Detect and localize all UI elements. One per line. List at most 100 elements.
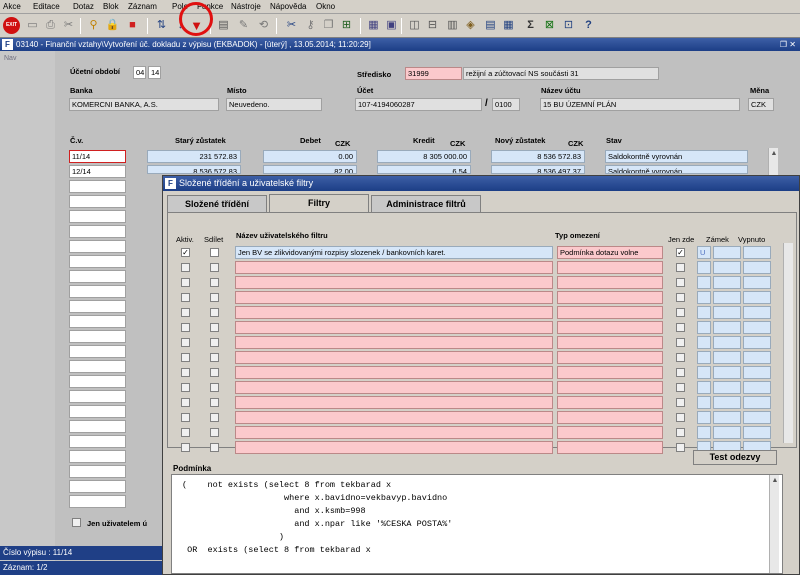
calculator-icon[interactable]: ▣ <box>383 17 400 34</box>
table-row-novy[interactable]: 8 536 497.37 <box>491 165 585 174</box>
aktiv-checkbox[interactable] <box>181 383 190 392</box>
filter-name-field[interactable] <box>235 336 553 349</box>
tab-slozene-trideni[interactable]: Složené třídění <box>167 195 267 212</box>
filter-name-field[interactable] <box>235 396 553 409</box>
filter-type-field[interactable]: Podmínka dotazu volne <box>557 246 663 259</box>
sdilet-checkbox[interactable] <box>210 443 219 452</box>
sdilet-checkbox[interactable] <box>210 368 219 377</box>
table-row-cv[interactable] <box>69 180 126 193</box>
table-row-cv[interactable] <box>69 210 126 223</box>
filter-type-field[interactable] <box>557 441 663 454</box>
save-icon[interactable]: ▭ <box>24 17 41 34</box>
podminka-textarea[interactable]: ( not exists (select 8 from tekbarad x w… <box>171 474 783 574</box>
package-icon[interactable]: ◫ <box>406 17 423 34</box>
table-row-cv[interactable] <box>69 345 126 358</box>
network-icon[interactable]: ⊞ <box>338 17 355 34</box>
vypnuto-field[interactable] <box>743 306 771 319</box>
menu-napoveda[interactable]: Nápověda <box>270 2 306 11</box>
zamek-field[interactable] <box>697 426 711 439</box>
filter-type-field[interactable] <box>557 411 663 424</box>
aktiv-checkbox[interactable] <box>181 338 190 347</box>
zamek-field[interactable]: U <box>697 246 711 259</box>
filter-name-field[interactable] <box>235 261 553 274</box>
table-row-cv[interactable] <box>69 240 126 253</box>
vypnuto-field[interactable] <box>743 351 771 364</box>
tab-filtry[interactable]: Filtry <box>269 194 369 213</box>
table-row-debet[interactable]: 82.00 <box>263 165 357 174</box>
sdilet-checkbox[interactable] <box>210 338 219 347</box>
sdilet-checkbox[interactable] <box>210 413 219 422</box>
table-row-cv[interactable] <box>69 420 126 433</box>
table-row-cv[interactable] <box>69 465 126 478</box>
zamek-field[interactable] <box>713 321 741 334</box>
zamek-field[interactable] <box>697 336 711 349</box>
filter-name-field[interactable] <box>235 276 553 289</box>
aktiv-checkbox[interactable] <box>181 368 190 377</box>
table-row-cv[interactable]: 12/14 <box>69 165 126 178</box>
key-icon[interactable]: ⚷ <box>302 17 319 34</box>
vypnuto-field[interactable] <box>743 366 771 379</box>
zamek-field[interactable] <box>713 276 741 289</box>
obdobi-month-field[interactable]: 04 <box>133 66 146 79</box>
aktiv-checkbox[interactable] <box>181 413 190 422</box>
menu-blok[interactable]: Blok <box>103 2 119 11</box>
table-row-cv[interactable] <box>69 255 126 268</box>
vypnuto-field[interactable] <box>743 426 771 439</box>
aktiv-checkbox[interactable] <box>181 323 190 332</box>
table-row-stav[interactable]: Saldokontně vyrovnán <box>605 150 748 163</box>
menu-okno[interactable]: Okno <box>316 2 335 11</box>
zamek-field[interactable] <box>713 291 741 304</box>
sdilet-checkbox[interactable] <box>210 278 219 287</box>
vypnuto-field[interactable] <box>743 336 771 349</box>
zamek-field[interactable] <box>713 351 741 364</box>
tab-administrace-filtru[interactable]: Administrace filtrů <box>371 195 481 212</box>
unlock-icon[interactable]: ■ <box>124 17 141 34</box>
zamek-field[interactable] <box>713 246 741 259</box>
table-row-cv[interactable] <box>69 300 126 313</box>
sdilet-checkbox[interactable] <box>210 263 219 272</box>
cut-icon[interactable]: ✂ <box>60 17 77 34</box>
jen-zde-checkbox[interactable] <box>676 428 685 437</box>
table-row-cv[interactable] <box>69 360 126 373</box>
stredisko-code-field[interactable]: 31999 <box>405 67 462 80</box>
sdilet-checkbox[interactable] <box>210 383 219 392</box>
zamek-field[interactable] <box>697 411 711 424</box>
zamek-field[interactable] <box>713 411 741 424</box>
grid-icon[interactable]: ▥ <box>444 17 461 34</box>
obdobi-year-field[interactable]: 14 <box>148 66 161 79</box>
sdilet-checkbox[interactable] <box>210 308 219 317</box>
menu-zaznam[interactable]: Záznam <box>128 2 157 11</box>
zamek-field[interactable] <box>697 291 711 304</box>
zamek-field[interactable] <box>713 306 741 319</box>
lock-icon[interactable]: 🔒 <box>104 17 121 34</box>
copy-icon[interactable]: ❐ <box>320 17 337 34</box>
zamek-field[interactable] <box>697 321 711 334</box>
vypnuto-field[interactable] <box>743 381 771 394</box>
table-row-cv[interactable] <box>69 225 126 238</box>
menu-nastroje[interactable]: Nástroje <box>231 2 261 11</box>
jen-zde-checkbox[interactable] <box>676 263 685 272</box>
filter-type-field[interactable] <box>557 351 663 364</box>
menu-akce[interactable]: Akce <box>3 2 21 11</box>
zamek-field[interactable] <box>697 351 711 364</box>
filter-type-field[interactable] <box>557 396 663 409</box>
zamek-field[interactable] <box>697 396 711 409</box>
print-icon[interactable]: ⎙ <box>42 17 59 34</box>
vypnuto-field[interactable] <box>743 276 771 289</box>
jen-zde-checkbox[interactable] <box>676 443 685 452</box>
search-icon[interactable]: ⚲ <box>85 17 102 34</box>
table-row-novy[interactable]: 8 536 572.83 <box>491 150 585 163</box>
sigma-icon[interactable]: Σ <box>522 17 539 34</box>
zamek-field[interactable] <box>697 306 711 319</box>
aktiv-checkbox[interactable] <box>181 278 190 287</box>
zamek-field[interactable] <box>697 261 711 274</box>
podminka-scrollbar[interactable]: ▲ <box>769 475 779 573</box>
zamek-field[interactable] <box>713 366 741 379</box>
only-user-checkbox[interactable] <box>72 518 81 527</box>
table-row-cv[interactable] <box>69 405 126 418</box>
sdilet-checkbox[interactable] <box>210 248 219 257</box>
filter-name-field[interactable] <box>235 441 553 454</box>
test-odezvy-button[interactable]: Test odezvy <box>693 450 777 465</box>
filter-type-field[interactable] <box>557 366 663 379</box>
zamek-field[interactable] <box>697 276 711 289</box>
